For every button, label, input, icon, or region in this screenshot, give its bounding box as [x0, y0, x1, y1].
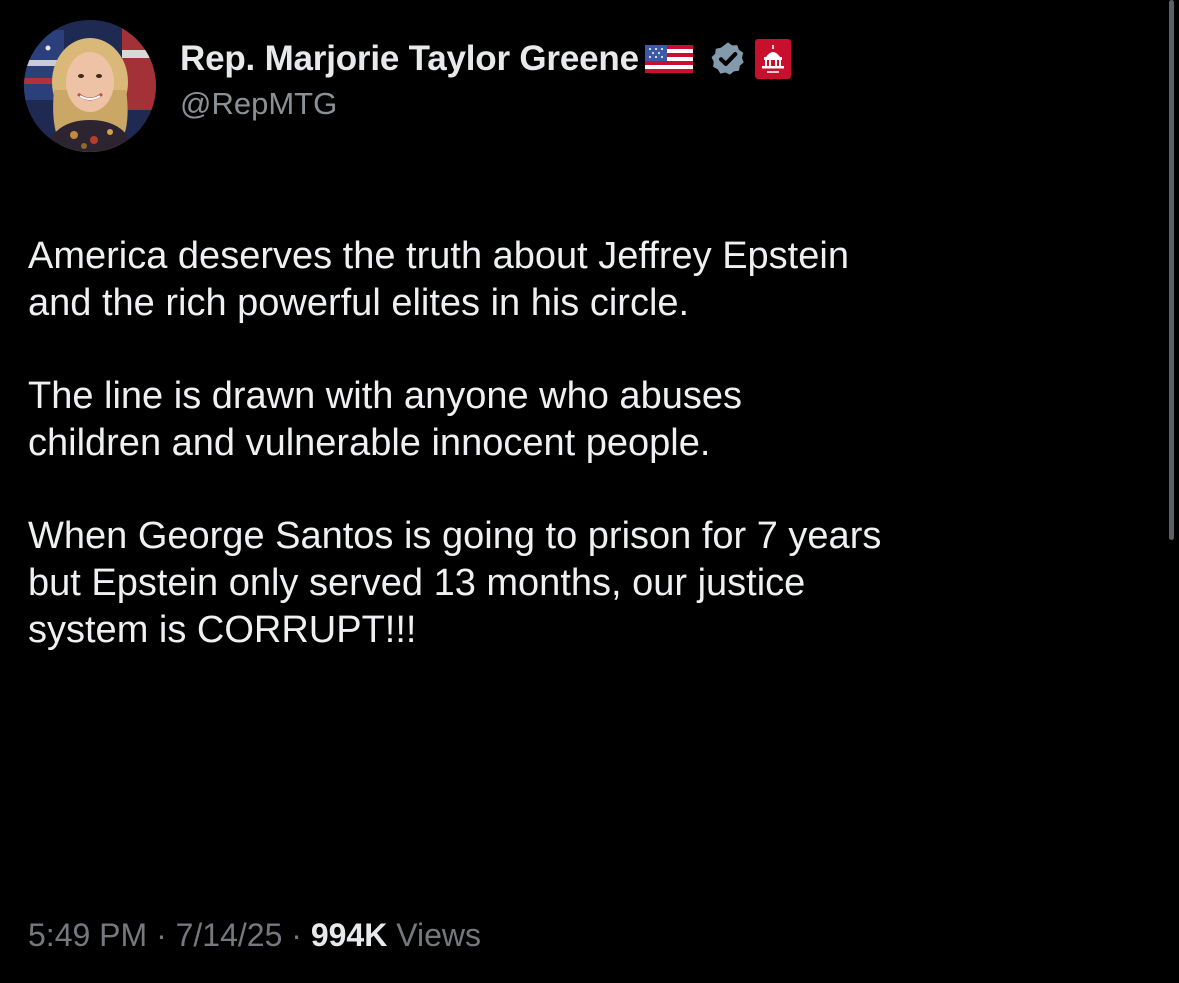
post-paragraph: When George Santos is going to prison fo…: [28, 515, 882, 651]
avatar[interactable]: [24, 20, 156, 152]
author-name-row: Rep. Marjorie Taylor Greene: [180, 34, 791, 84]
author-handle[interactable]: @RepMTG: [180, 86, 791, 122]
us-flag-icon: [644, 45, 693, 73]
author-display-name[interactable]: Rep. Marjorie Taylor Greene: [180, 39, 639, 79]
post-metadata: 5:49 PM · 7/14/25 · 994K Views: [28, 917, 481, 954]
avatar-image: [24, 20, 156, 152]
post-paragraph: America deserves the truth about Jeffrey…: [28, 235, 849, 324]
post-header: Rep. Marjorie Taylor Greene @RepMTG: [180, 34, 791, 122]
post-paragraph: The line is drawn with anyone who abuses…: [28, 375, 742, 464]
scrollbar[interactable]: [1169, 0, 1174, 540]
views-count[interactable]: 994K: [311, 917, 388, 953]
government-affiliation-icon[interactable]: [754, 39, 791, 79]
post-text: America deserves the truth about Jeffrey…: [28, 233, 1158, 700]
post-date[interactable]: 7/14/25: [176, 917, 283, 953]
views-label: Views: [387, 917, 481, 953]
tweet: Rep. Marjorie Taylor Greene @RepMTG Amer…: [0, 0, 1179, 983]
verified-badge-icon[interactable]: [709, 40, 747, 78]
meta-separator: ·: [147, 917, 176, 953]
post-time[interactable]: 5:49 PM: [28, 917, 147, 953]
meta-separator: ·: [282, 917, 311, 953]
